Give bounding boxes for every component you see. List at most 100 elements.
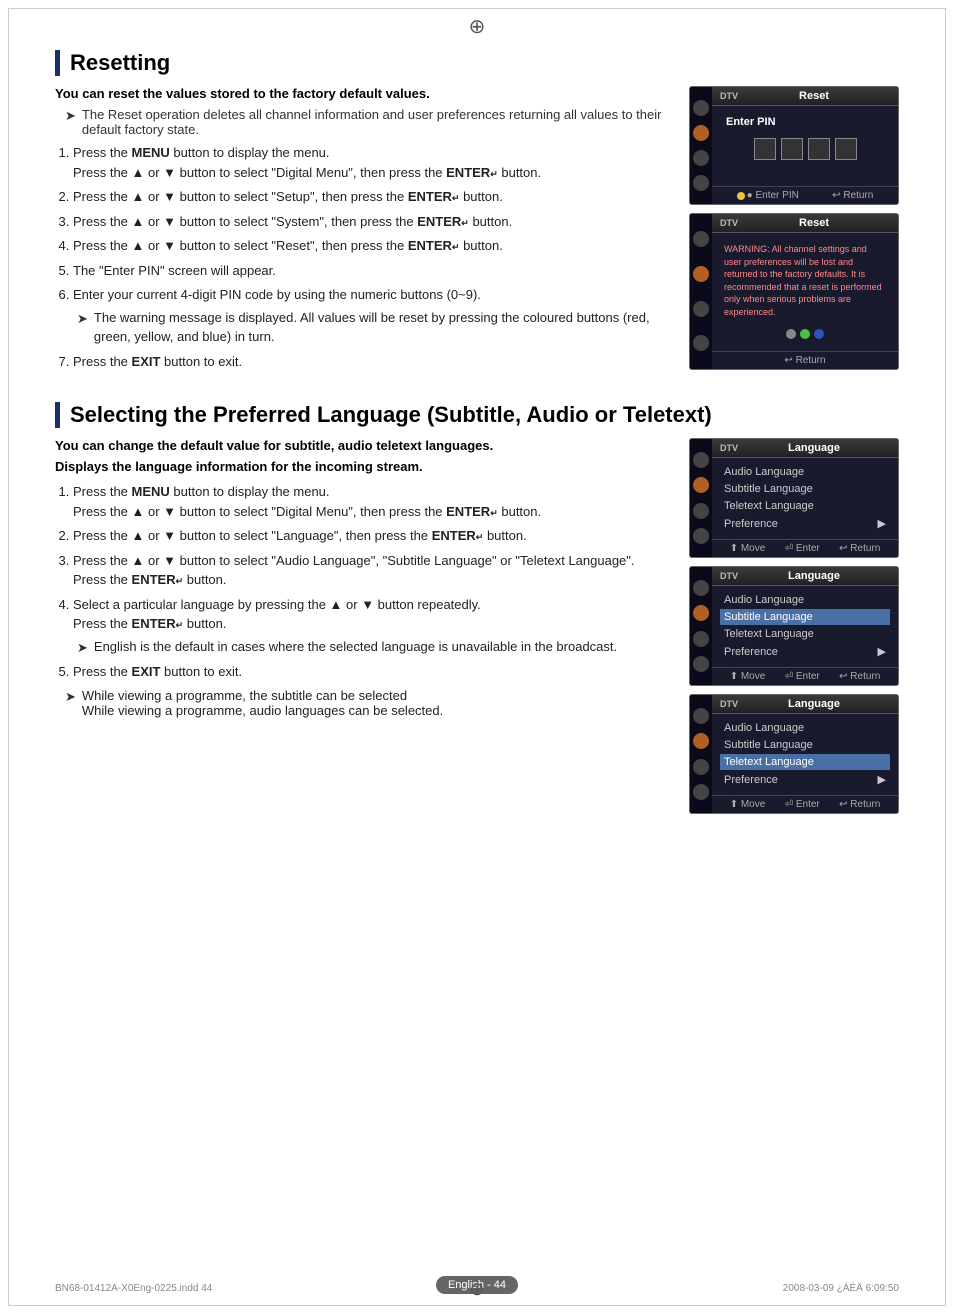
language-step-2: Press the ▲ or ▼ button to select "Langu…	[73, 526, 669, 546]
tv-icon-l3-2	[693, 733, 709, 749]
tv-icon-1	[693, 100, 709, 116]
tv-title-1: Reset	[799, 90, 829, 102]
tv-icon-8	[693, 335, 709, 351]
tv-icon-l1-1	[693, 452, 709, 468]
arrow-icon-v1: ➤	[65, 689, 76, 705]
footer-enter-pin-text: ● Enter PIN	[747, 190, 799, 201]
resetting-text: You can reset the values stored to the f…	[55, 86, 669, 377]
lang-item-l3-2: Subtitle Language	[720, 737, 890, 753]
tv-left-bar-2	[690, 214, 712, 369]
border-left	[8, 8, 9, 1306]
tv-icon-l1-2	[693, 477, 709, 493]
compass-bottom-icon: ⊕	[469, 1279, 484, 1300]
tv-body-1: Enter PIN	[712, 106, 898, 186]
tv-header-1: DTV Reset	[712, 87, 898, 106]
language-note-viewing-text: While viewing a programme, the subtitle …	[82, 688, 443, 718]
tv-right-l1: DTV Language Audio Language Subtitle Lan…	[712, 439, 898, 557]
lang-item-l1-1: Audio Language	[720, 464, 890, 480]
tv-body-l1: Audio Language Subtitle Language Teletex…	[712, 458, 898, 539]
dot-green-1	[800, 329, 810, 339]
resetting-step-6-note: ➤ The warning message is displayed. All …	[73, 308, 669, 347]
enter-pin-label: Enter PIN	[720, 112, 890, 130]
tv-icon-l2-2	[693, 605, 709, 621]
lang-item-l3-3: Teletext Language	[720, 754, 890, 770]
footer-move-l3: ⬆ Move	[730, 799, 766, 810]
tv-icon-5	[693, 231, 709, 247]
enter-bold-s2-4: ENTER↵	[132, 616, 184, 631]
resetting-step-3: Press the ▲ or ▼ button to select "Syste…	[73, 212, 669, 232]
resetting-step-7: Press the EXIT button to exit.	[73, 352, 669, 372]
language-panels: DTV Language Audio Language Subtitle Lan…	[689, 438, 899, 814]
pin-box-2	[781, 138, 803, 160]
language-panel-3: DTV Language Audio Language Subtitle Lan…	[689, 694, 899, 814]
resetting-step-2: Press the ▲ or ▼ button to select "Setup…	[73, 187, 669, 207]
resetting-layout: You can reset the values stored to the f…	[55, 86, 899, 377]
arrow-icon-s2-4: ➤	[77, 638, 88, 658]
tv-icon-l1-4	[693, 528, 709, 544]
tv-header-2: DTV Reset	[712, 214, 898, 233]
tv-icon-6	[693, 266, 709, 282]
pin-boxes	[720, 130, 890, 168]
footer-move-l1: ⬆ Move	[730, 543, 766, 554]
section-divider	[55, 377, 899, 402]
language-steps-list: Press the MENU button to display the men…	[55, 482, 669, 682]
resetting-title: Resetting	[55, 50, 899, 76]
footer-return-2: ↩ Return	[784, 355, 825, 366]
tv-icon-7	[693, 301, 709, 317]
lang-item-l2-1: Audio Language	[720, 592, 890, 608]
border-right	[945, 8, 946, 1306]
tv-footer-l2: ⬆ Move ⏎ Enter ↩ Return	[712, 667, 898, 685]
reset-panel-1: DTV Reset Enter PIN	[689, 86, 899, 205]
tv-icon-l2-3	[693, 631, 709, 647]
tv-footer-1: ● Enter PIN ↩ Return	[712, 186, 898, 204]
pin-box-3	[808, 138, 830, 160]
enter-bold-2: ENTER↵	[408, 189, 460, 204]
lang-item-l2-2: Subtitle Language	[720, 609, 890, 625]
tv-right-1: DTV Reset Enter PIN	[712, 87, 898, 204]
tv-footer-l3: ⬆ Move ⏎ Enter ↩ Return	[712, 795, 898, 813]
tv-title-2: Reset	[799, 217, 829, 229]
lang-item-l2-3: Teletext Language	[720, 626, 890, 642]
language-step-5: Press the EXIT button to exit.	[73, 662, 669, 682]
language-panel-1: DTV Language Audio Language Subtitle Lan…	[689, 438, 899, 558]
dot-gray-1	[786, 329, 796, 339]
resetting-note1: ➤ The Reset operation deletes all channe…	[55, 107, 669, 137]
tv-icon-2	[693, 125, 709, 141]
tv-icon-l3-1	[693, 708, 709, 724]
menu-bold-1: MENU	[132, 145, 170, 160]
footer-move-l2: ⬆ Move	[730, 671, 766, 682]
footer-enter-l3: ⏎ Enter	[785, 799, 820, 810]
lang-item-l1-2: Subtitle Language	[720, 481, 890, 497]
lang-item-l1-3: Teletext Language	[720, 498, 890, 514]
border-bottom	[8, 1305, 946, 1306]
language-note-viewing: ➤ While viewing a programme, the subtitl…	[55, 688, 669, 718]
tv-header-l1: DTV Language	[712, 439, 898, 458]
footer-return-1: ↩ Return	[832, 190, 873, 201]
resetting-step-4: Press the ▲ or ▼ button to select "Reset…	[73, 236, 669, 256]
tv-title-l1: Language	[788, 442, 840, 454]
footer-return-l2: ↩ Return	[839, 671, 880, 682]
tv-icon-3	[693, 150, 709, 166]
language-step-3: Press the ▲ or ▼ button to select "Audio…	[73, 551, 669, 590]
tv-icon-l1-3	[693, 503, 709, 519]
dtv-label-l2: DTV	[720, 571, 738, 581]
compass-top-icon: ⊕	[469, 14, 486, 39]
pin-box-4	[835, 138, 857, 160]
tv-left-bar-1	[690, 87, 712, 204]
language-text: You can change the default value for sub…	[55, 438, 669, 724]
dtv-label-l3: DTV	[720, 699, 738, 709]
resetting-step-6: Enter your current 4-digit PIN code by u…	[73, 285, 669, 347]
tv-right-2: DTV Reset WARNING: All channel settings …	[712, 214, 898, 369]
tv-header-l2: DTV Language	[712, 567, 898, 586]
footer-date: 2008-03-09 ¿ÀÈÄ 6:09:50	[783, 1283, 899, 1294]
tv-footer-2: ↩ Return	[712, 351, 898, 369]
resetting-step-1: Press the MENU button to display the men…	[73, 143, 669, 182]
tv-right-l2: DTV Language Audio Language Subtitle Lan…	[712, 567, 898, 685]
tv-left-bar-l1	[690, 439, 712, 557]
resetting-step-5: The "Enter PIN" screen will appear.	[73, 261, 669, 281]
tv-icon-4	[693, 175, 709, 191]
language-step-4-note: ➤ English is the default in cases where …	[73, 637, 669, 658]
tv-body-l2: Audio Language Subtitle Language Teletex…	[712, 586, 898, 667]
warning-text: WARNING: All channel settings and user p…	[720, 239, 890, 323]
footer-enter-pin: ● Enter PIN	[737, 190, 799, 201]
